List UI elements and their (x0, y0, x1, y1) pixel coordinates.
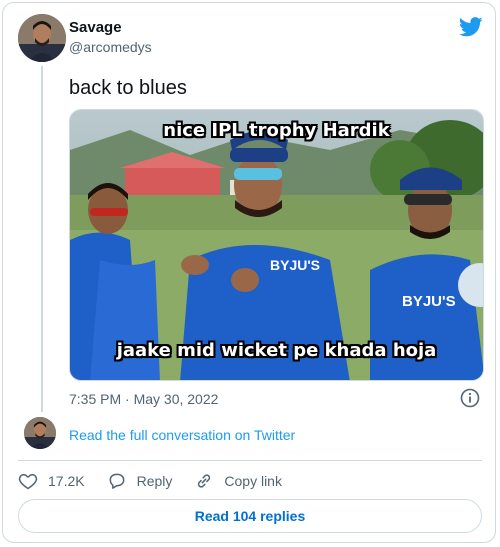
like-button[interactable]: 17.2K (18, 471, 85, 491)
meme-bottom-caption: jaake mid wicket pe khada hoja (116, 340, 437, 361)
info-icon[interactable] (460, 388, 480, 408)
tweet-timestamp[interactable]: 7:35 PM · May 30, 2022 (69, 390, 218, 408)
meme-top-caption: nice IPL trophy Hardik (163, 120, 390, 141)
tweet-card: Savage @arcomedys back to blues BYJU'S B… (2, 2, 496, 543)
divider (18, 460, 482, 461)
likes-count: 17.2K (48, 473, 85, 489)
read-conversation-link[interactable]: Read the full conversation on Twitter (69, 426, 295, 444)
copy-link-label: Copy link (224, 473, 282, 489)
reply-label: Reply (136, 473, 173, 489)
reply-button[interactable]: Reply (107, 471, 173, 491)
reply-bubble-icon (109, 473, 125, 489)
avatar-small[interactable] (24, 417, 56, 449)
tweet-media[interactable]: BYJU'S BYJU'S nice IPL trophy Hardik jaa… (69, 109, 484, 381)
jersey-sponsor-right: BYJU'S (402, 293, 456, 310)
jersey-sponsor-center: BYJU'S (270, 257, 320, 273)
read-replies-button[interactable]: Read 104 replies (18, 499, 482, 533)
thread-line (41, 66, 43, 412)
copy-link-button[interactable]: Copy link (194, 471, 282, 491)
twitter-bird-icon[interactable] (458, 17, 483, 37)
tweet-text: back to blues (69, 77, 187, 99)
avatar[interactable] (18, 14, 66, 62)
author-name[interactable]: Savage (69, 18, 122, 38)
author-handle[interactable]: @arcomedys (69, 38, 152, 56)
heart-icon (18, 474, 38, 490)
action-bar: 17.2K Reply Copy link (18, 469, 304, 493)
link-icon (198, 474, 211, 488)
